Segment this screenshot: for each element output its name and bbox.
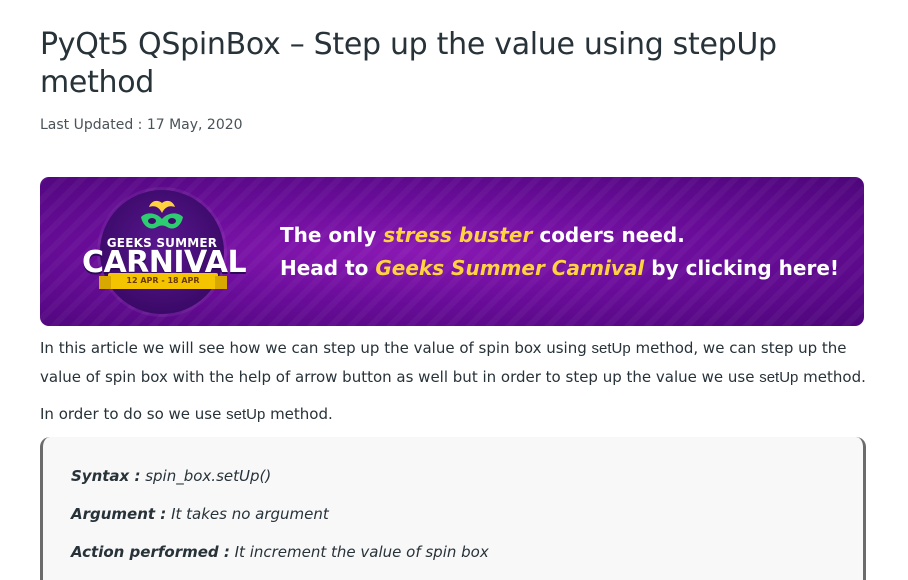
method-paragraph: In order to do so we use setUp method. xyxy=(40,400,870,429)
banner-line-2: Head to Geeks Summer Carnival by clickin… xyxy=(280,256,839,280)
intro-paragraph: In this article we will see how we can s… xyxy=(40,334,870,392)
page-title: PyQt5 QSpinBox – Step up the value using… xyxy=(40,27,777,100)
banner-line-2-highlight: Geeks Summer Carnival xyxy=(375,256,645,280)
article-page: PyQt5 QSpinBox – Step up the value using… xyxy=(0,0,908,580)
banner-line-1-pre: The only xyxy=(280,223,384,247)
syntax-label: Syntax : xyxy=(71,467,141,485)
intro-text-a: In this article we will see how we can s… xyxy=(40,339,592,357)
method-text-a: In order to do so we use xyxy=(40,405,227,423)
argument-value: It takes no argument xyxy=(166,505,329,523)
action-line: Action performed : It increment the valu… xyxy=(71,543,489,561)
summer-carnival-banner[interactable]: GEEKS SUMMER CARNIVAL 12 APR - 18 APR Th… xyxy=(40,177,864,326)
syntax-value: spin_box.setUp() xyxy=(140,467,272,485)
action-value: It increment the value of spin box xyxy=(229,543,489,561)
intro-text-c: method. xyxy=(798,368,866,386)
banner-line-1-highlight: stress buster xyxy=(383,223,533,247)
banner-line-2-post: by clicking here! xyxy=(644,256,840,280)
badge-dates-ribbon: 12 APR - 18 APR xyxy=(99,273,227,289)
carnival-mask-icon xyxy=(141,200,183,229)
argument-line: Argument : It takes no argument xyxy=(71,505,329,523)
inline-code-setup: setUp xyxy=(591,340,631,357)
syntax-box: Syntax : spin_box.setUp() Argument : It … xyxy=(40,437,866,580)
argument-label: Argument : xyxy=(71,505,167,523)
banner-line-1: The only stress buster coders need. xyxy=(280,223,685,247)
banner-line-2-pre: Head to xyxy=(280,256,376,280)
method-text-b: method. xyxy=(265,405,333,423)
syntax-line: Syntax : spin_box.setUp() xyxy=(71,467,271,485)
banner-line-1-post: coders need. xyxy=(532,223,685,247)
inline-code-setup: setUp xyxy=(226,406,266,423)
inline-code-setup: setUp xyxy=(759,369,799,386)
action-label: Action performed : xyxy=(71,543,230,561)
last-updated: Last Updated : 17 May, 2020 xyxy=(40,117,243,133)
